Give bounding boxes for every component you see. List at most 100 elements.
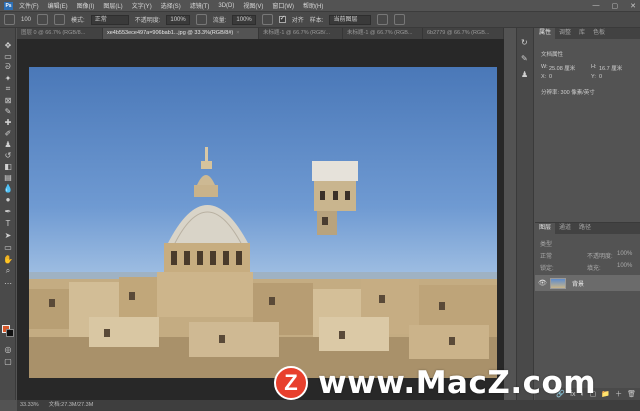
sample-select[interactable]: 当前图层	[329, 14, 372, 25]
opacity-label: 不透明度:	[134, 18, 161, 24]
layer-opacity-value[interactable]: 100%	[617, 251, 632, 257]
menu-select[interactable]: 选择(S)	[161, 1, 181, 10]
tab-doc-5[interactable]: 6b2779 @ 66.7% (RGB...	[423, 28, 504, 39]
type-tool-icon[interactable]: T	[3, 218, 13, 228]
width-value[interactable]: 25.08 厘米	[549, 64, 575, 72]
brush-size-value[interactable]: 100	[21, 17, 31, 23]
pressure-size-icon[interactable]	[394, 14, 406, 25]
tab-channels[interactable]: 通道	[555, 223, 575, 234]
tab-label: 未标题-1 @ 66.7% (RGB...	[347, 30, 413, 36]
zoom-tool-icon[interactable]: ⌕	[3, 266, 13, 276]
document-canvas[interactable]	[29, 67, 497, 378]
ignore-adjustment-icon[interactable]	[377, 14, 389, 25]
menu-edit[interactable]: 编辑(E)	[48, 1, 68, 10]
gradient-tool-icon[interactable]: ▤	[3, 172, 13, 182]
path-selection-tool-icon[interactable]: ➤	[3, 230, 13, 240]
brush-settings-panel-icon[interactable]: ✎	[521, 54, 528, 63]
menu-layer[interactable]: 图层(L)	[103, 1, 122, 10]
hand-tool-icon[interactable]: ✋	[3, 254, 13, 264]
flow-field[interactable]: 100%	[232, 14, 256, 25]
eyedropper-tool-icon[interactable]: ✎	[3, 106, 13, 116]
tab-doc-1[interactable]: 图层 0 @ 66.7% (RGB/8...	[17, 28, 103, 39]
new-group-icon[interactable]: 📁	[601, 390, 610, 398]
move-tool-icon[interactable]: ✥	[3, 40, 13, 50]
brush-settings-icon[interactable]	[37, 14, 49, 25]
tab-libraries[interactable]: 库	[575, 28, 589, 39]
crop-tool-icon[interactable]: ⌗	[3, 84, 13, 94]
brush-tool-icon[interactable]: ✐	[3, 128, 13, 138]
window-controls: — ▢ ✕	[593, 0, 637, 11]
layer-kind-filter[interactable]: 类型	[540, 239, 552, 248]
menu-type[interactable]: 文字(Y)	[132, 1, 152, 10]
properties-panel: 属性 调整 库 色板 文档属性 W: 25.08 厘米 H: 16.7 厘米 X…	[535, 28, 640, 218]
canvas-area[interactable]	[17, 39, 504, 400]
menu-image[interactable]: 图像(I)	[77, 1, 95, 10]
background-color-swatch[interactable]	[6, 329, 14, 337]
close-tab-icon[interactable]: ×	[236, 30, 239, 36]
menu-file[interactable]: 文件(F)	[19, 1, 39, 10]
watermark: Z www.MacZ.com	[274, 362, 596, 404]
history-panel-icon[interactable]: ↻	[521, 38, 528, 47]
tab-paths[interactable]: 路径	[575, 223, 595, 234]
clone-stamp-tool-icon[interactable]	[4, 14, 15, 25]
resolution-text: 分辨率: 300 像素/英寸	[541, 90, 595, 96]
delete-layer-icon[interactable]: 🗑	[627, 390, 636, 398]
new-layer-icon[interactable]: ＋	[615, 389, 622, 399]
close-button[interactable]: ✕	[630, 2, 636, 10]
align-checkbox[interactable]	[278, 14, 286, 23]
more-tools-icon[interactable]: ⋯	[3, 278, 13, 288]
layer-opacity-label: 不透明度:	[587, 254, 613, 260]
menu-view[interactable]: 视图(V)	[243, 1, 263, 10]
menu-window[interactable]: 窗口(W)	[272, 1, 294, 10]
clone-stamp-tool-icon[interactable]: ♟	[3, 139, 13, 149]
screen-mode-icon[interactable]: ▢	[3, 356, 13, 366]
history-brush-tool-icon[interactable]: ↺	[3, 150, 13, 160]
rectangle-tool-icon[interactable]: ▭	[3, 242, 13, 252]
y-value[interactable]: 0	[599, 74, 602, 80]
tab-properties[interactable]: 属性	[535, 28, 556, 39]
lasso-tool-icon[interactable]: ᘐ	[3, 62, 13, 72]
tab-swatches[interactable]: 色板	[589, 28, 609, 39]
healing-brush-tool-icon[interactable]: ✚	[3, 117, 13, 127]
zoom-level[interactable]: 33.33%	[20, 400, 39, 411]
city-photo	[29, 147, 497, 378]
mode-select[interactable]: 正常	[90, 14, 129, 25]
tab-doc-4[interactable]: 未标题-1 @ 66.7% (RGB...	[343, 28, 423, 39]
tab-adjustments[interactable]: 调整	[555, 28, 575, 39]
document-info: 文档:27.3M/27.3M	[48, 402, 94, 408]
opacity-field[interactable]: 100%	[166, 14, 190, 25]
frame-tool-icon[interactable]: ⊠	[3, 95, 13, 105]
blend-mode-select[interactable]: 正常	[540, 251, 552, 260]
menu-3d[interactable]: 3D(D)	[218, 3, 234, 9]
layer-thumbnail	[550, 277, 566, 289]
menu-help[interactable]: 帮助(H)	[303, 1, 323, 10]
pen-tool-icon[interactable]: ✒	[3, 206, 13, 216]
blur-tool-icon[interactable]: 💧	[3, 183, 13, 193]
clone-source-panel-icon[interactable]: ♟	[521, 70, 528, 79]
layer-row-background[interactable]: 👁 背景	[535, 275, 640, 291]
width-label: W:	[541, 64, 548, 70]
eraser-tool-icon[interactable]: ◧	[3, 161, 13, 171]
menu-filter[interactable]: 滤镜(T)	[190, 1, 210, 10]
clone-source-icon[interactable]	[54, 14, 66, 25]
minimize-button[interactable]: —	[593, 2, 600, 9]
align-label: 对齐	[291, 18, 304, 24]
photoshop-logo: Ps	[4, 1, 13, 10]
document-tabs: 图层 0 @ 66.7% (RGB/8... xe4b553ece497a=90…	[17, 28, 504, 39]
dodge-tool-icon[interactable]: ●	[3, 194, 13, 204]
pressure-opacity-icon[interactable]	[195, 14, 207, 25]
fill-value[interactable]: 100%	[617, 263, 632, 269]
tab-layers[interactable]: 图层	[535, 223, 556, 234]
church-dome	[164, 147, 250, 273]
height-value[interactable]: 16.7 厘米	[599, 64, 622, 72]
visibility-eye-icon[interactable]: 👁	[538, 279, 547, 287]
airbrush-icon[interactable]	[261, 14, 273, 25]
maximize-button[interactable]: ▢	[612, 2, 619, 10]
magic-wand-tool-icon[interactable]: ✦	[3, 73, 13, 83]
quick-mask-icon[interactable]: ◎	[3, 344, 13, 354]
tab-doc-active[interactable]: xe4b553ece497a=906bab1...jpg @ 33.3%(RGB…	[103, 28, 259, 39]
marquee-tool-icon[interactable]: ▭	[3, 51, 13, 61]
x-value[interactable]: 0	[549, 74, 552, 80]
sample-label: 样本:	[309, 18, 324, 24]
tab-doc-3[interactable]: 未标题-1 @ 66.7% (RGB/...	[259, 28, 343, 39]
